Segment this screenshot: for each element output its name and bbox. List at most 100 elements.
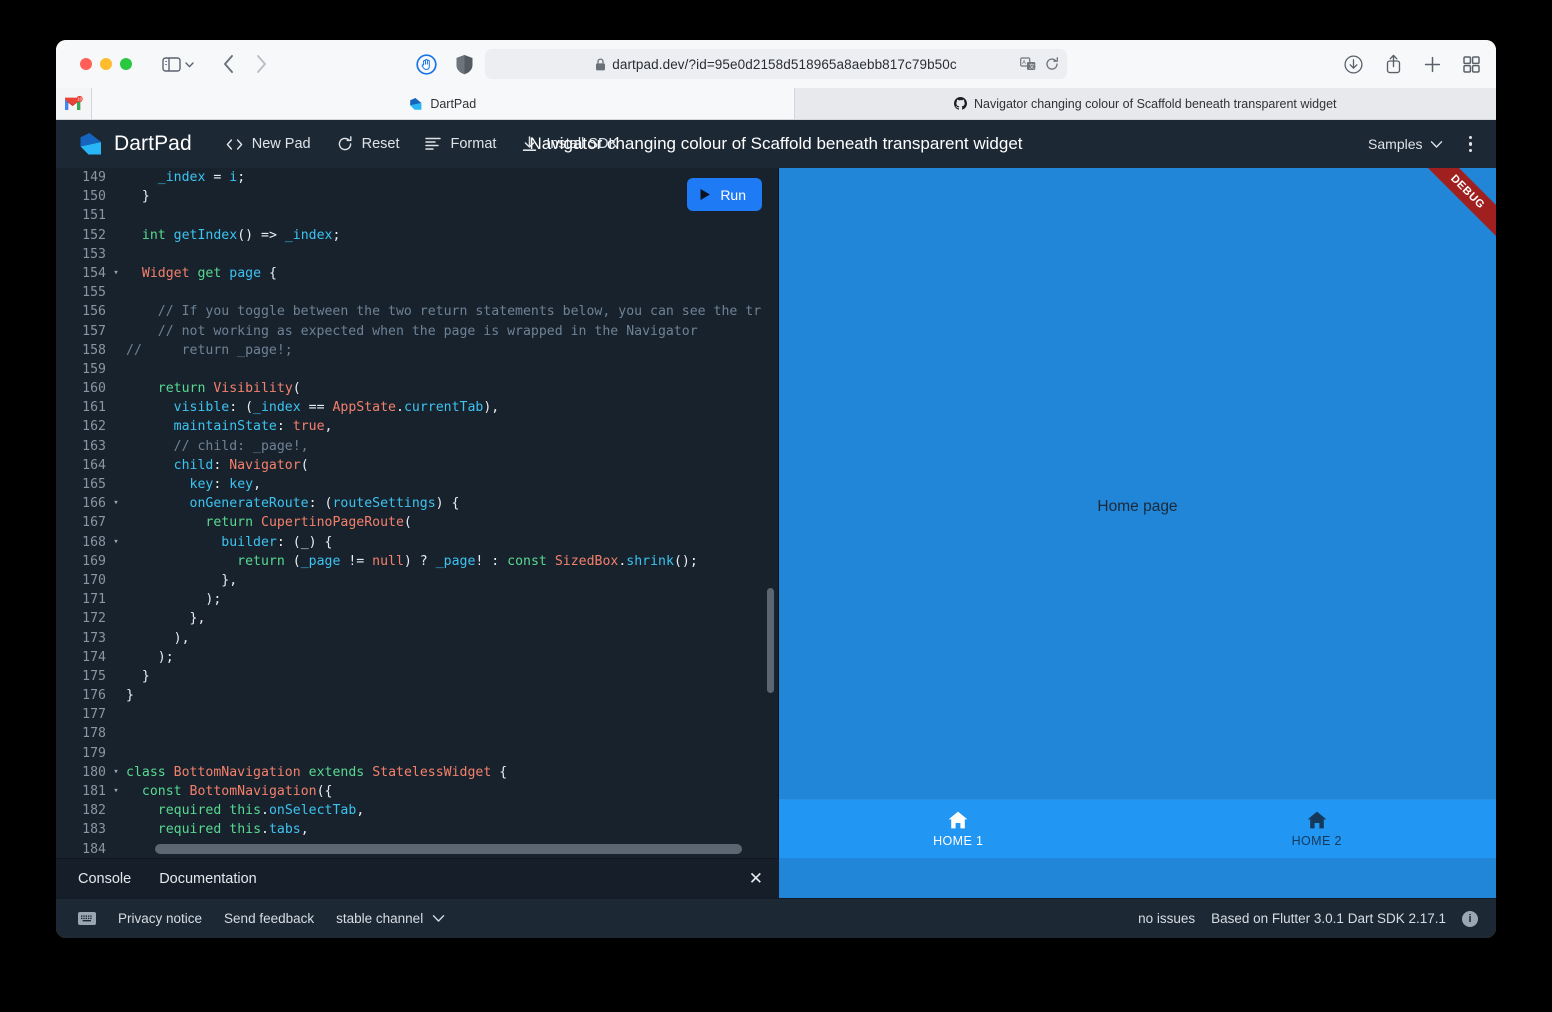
reader-view-icon[interactable]: A文 bbox=[1020, 57, 1036, 71]
fold-toggle-icon[interactable]: ▾ bbox=[110, 494, 122, 513]
minimize-window-button[interactable] bbox=[100, 58, 112, 70]
line-number: 178 bbox=[82, 726, 106, 742]
sidebar-chevron-down-icon[interactable] bbox=[183, 58, 196, 71]
code-line: 182 required this.onSelectTab, bbox=[56, 801, 778, 820]
tab-github-issue[interactable]: Navigator changing colour of Scaffold be… bbox=[794, 88, 1496, 119]
code-line-text: required this.onSelectTab, bbox=[157, 803, 365, 819]
dartpad-main: 149 _index = i; 150 } 151 152 int getIndex(… bbox=[56, 168, 1496, 858]
code-line-text: ), bbox=[126, 630, 190, 646]
tab-documentation[interactable]: Documentation bbox=[159, 871, 257, 887]
maximize-window-button[interactable] bbox=[120, 58, 132, 70]
code-line-text: onGenerateRoute: (routeSettings) { bbox=[189, 496, 460, 512]
bottom-nav-item-home-2[interactable]: HOME 2 bbox=[1138, 800, 1497, 858]
issues-count: no issues bbox=[1138, 911, 1196, 926]
privacy-notice-link[interactable]: Privacy notice bbox=[118, 911, 202, 926]
code-brackets-icon bbox=[226, 138, 243, 151]
tab-gmail-pinned[interactable]: 10 bbox=[56, 88, 92, 119]
forward-arrow-icon[interactable] bbox=[255, 54, 268, 74]
code-content[interactable]: 149 _index = i; 150 } 151 152 int getIndex(… bbox=[56, 168, 778, 858]
reset-button[interactable]: Reset bbox=[337, 136, 399, 152]
info-icon[interactable]: i bbox=[1462, 910, 1478, 927]
code-line: 180 ▾ class BottomNavigation extends State… bbox=[56, 763, 778, 782]
format-button[interactable]: Format bbox=[425, 136, 496, 152]
line-number: 174 bbox=[82, 649, 106, 665]
fold-toggle-icon[interactable]: ▾ bbox=[110, 264, 122, 283]
code-line: 181 ▾ const BottomNavigation({ bbox=[56, 782, 778, 801]
new-tab-icon[interactable] bbox=[1424, 56, 1441, 73]
gmail-unread-badge: 10 bbox=[77, 96, 82, 101]
kebab-menu-icon[interactable] bbox=[1463, 134, 1479, 155]
close-icon[interactable]: ✕ bbox=[749, 869, 763, 889]
samples-dropdown[interactable]: Samples bbox=[1368, 136, 1442, 152]
downloads-icon[interactable] bbox=[1344, 54, 1363, 74]
code-line-text: }, bbox=[126, 572, 238, 588]
share-icon[interactable] bbox=[1385, 54, 1402, 74]
editor-vertical-scrollbar[interactable] bbox=[767, 588, 774, 693]
tab-dartpad[interactable]: DartPad bbox=[92, 88, 795, 119]
channel-dropdown[interactable]: stable channel bbox=[336, 911, 445, 926]
flutter-preview[interactable]: DEBUG Home page HOME 1 HOME 2 bbox=[779, 168, 1496, 858]
code-line-text: } bbox=[126, 668, 150, 684]
send-feedback-link[interactable]: Send feedback bbox=[224, 911, 314, 926]
new-pad-button[interactable]: New Pad bbox=[226, 136, 311, 152]
line-number: 150 bbox=[82, 189, 106, 205]
code-line: 158 // return _page!; bbox=[56, 341, 778, 360]
code-line: 156 // If you toggle between the two ret… bbox=[56, 302, 778, 321]
line-number: 168 bbox=[82, 534, 106, 550]
dartpad-toolbar-right: Samples bbox=[1368, 134, 1478, 155]
bottom-nav-item-home-1[interactable]: HOME 1 bbox=[779, 800, 1138, 858]
hand-extension-icon[interactable] bbox=[416, 53, 437, 75]
back-arrow-icon[interactable] bbox=[222, 54, 235, 74]
code-line: 159 bbox=[56, 360, 778, 379]
code-line: 162 maintainState: true, bbox=[56, 417, 778, 436]
fold-toggle-icon[interactable]: ▾ bbox=[110, 763, 122, 782]
tab-overview-icon[interactable] bbox=[1463, 55, 1480, 73]
code-line: 171 ); bbox=[56, 590, 778, 609]
code-line-text: int getIndex() => _index; bbox=[141, 227, 341, 243]
dartpad-app: DartPad New Pad Reset Format Install SDK… bbox=[56, 120, 1496, 938]
dartpad-brand[interactable]: DartPad bbox=[78, 131, 192, 157]
code-line: 178 bbox=[56, 724, 778, 743]
code-line-text bbox=[122, 705, 126, 724]
editor-horizontal-scrollbar[interactable] bbox=[155, 844, 742, 854]
code-line-text bbox=[122, 744, 126, 763]
dartpad-brand-label: DartPad bbox=[114, 132, 192, 155]
reload-icon[interactable] bbox=[1045, 57, 1059, 71]
line-number: 167 bbox=[82, 515, 106, 531]
tab-dartpad-label: DartPad bbox=[430, 96, 477, 111]
code-line-text: } bbox=[126, 189, 150, 205]
line-number: 171 bbox=[82, 592, 106, 608]
code-line: 163 // child: _page!, bbox=[56, 437, 778, 456]
keyboard-icon[interactable] bbox=[78, 912, 96, 925]
line-number: 179 bbox=[82, 745, 106, 761]
code-line: 176} bbox=[56, 686, 778, 705]
address-bar[interactable]: dartpad.dev/?id=95e0d2158d518965a8aebb81… bbox=[485, 49, 1067, 79]
shield-extension-icon[interactable] bbox=[455, 54, 474, 75]
console-tab-bar: Console Documentation ✕ bbox=[56, 858, 779, 898]
fold-toggle-icon[interactable]: ▾ bbox=[110, 782, 122, 801]
line-number: 170 bbox=[82, 572, 106, 588]
close-window-button[interactable] bbox=[80, 58, 92, 70]
code-line: 165 key: key, bbox=[56, 475, 778, 494]
dartpad-favicon bbox=[409, 97, 423, 111]
line-number: 151 bbox=[82, 208, 106, 224]
run-button[interactable]: Run bbox=[687, 178, 762, 211]
fold-toggle-icon[interactable]: ▾ bbox=[110, 533, 122, 552]
code-scroll-area[interactable]: 149 _index = i; 150 } 151 152 int getIndex(… bbox=[56, 168, 778, 858]
sidebar-toggle-button[interactable] bbox=[162, 56, 196, 72]
chevron-down-icon bbox=[432, 914, 445, 923]
tab-console[interactable]: Console bbox=[78, 871, 131, 887]
code-editor[interactable]: 149 _index = i; 150 } 151 152 int getIndex(… bbox=[56, 168, 779, 858]
address-bar-url: dartpad.dev/?id=95e0d2158d518965a8aebb81… bbox=[612, 56, 957, 72]
